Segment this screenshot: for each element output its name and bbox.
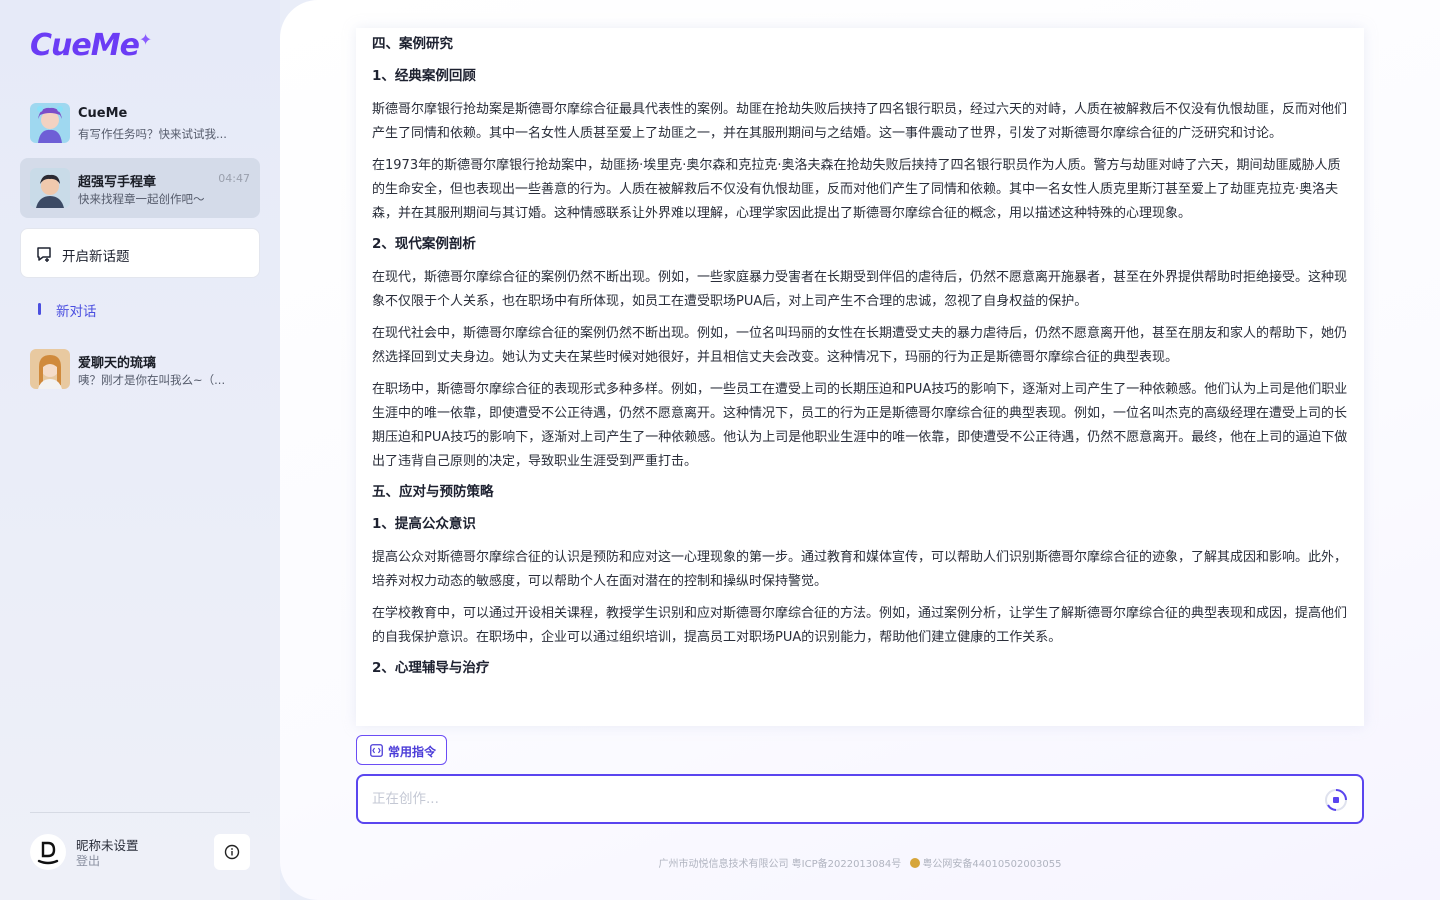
chat-preview: 有写作任务吗？快来试试我... <box>78 127 227 141</box>
article-heading: 2、现代案例剖析 <box>372 236 476 252</box>
chat-item-cueme[interactable]: CueMe 有写作任务吗？快来试试我... <box>20 93 260 153</box>
article-heading: 四、案例研究 <box>372 36 453 52</box>
article-paragraph: 在学校教育中，可以通过开设相关课程，教授学生识别和应对斯德哥尔摩综合征的方法。例… <box>372 606 1348 645</box>
avatar <box>30 103 70 143</box>
article-heading: 2、心理辅导与治疗 <box>372 660 490 676</box>
chat-name: CueMe <box>78 106 128 121</box>
main-panel: 四、案例研究 1、经典案例回顾斯德哥尔摩银行抢劫案是斯德哥尔摩综合征最具代表性的案… <box>280 0 1440 900</box>
chat-time: 04:47 <box>218 172 250 185</box>
prompt-input[interactable] <box>372 788 1272 810</box>
common-commands-label: 常用指令 <box>388 745 437 759</box>
stop-icon[interactable] <box>1324 788 1348 812</box>
footer-company[interactable]: 广州市动悦信息技术有限公司 粤ICP备2022013084号 <box>658 859 901 870</box>
info-icon <box>224 844 240 860</box>
article-paragraph: 提高公众对斯德哥尔摩综合征的认识是预防和应对这一心理现象的第一步。通过教育和媒体… <box>372 550 1348 589</box>
chat-preview: 快来找程章一起创作吧～ <box>78 192 205 206</box>
police-emblem-icon <box>910 858 921 868</box>
chat-preview: 咦？刚才是你在叫我么~（... <box>78 373 226 387</box>
command-icon <box>370 744 383 757</box>
sidebar: CueMe✦ CueMe 有写作任务吗？快来试试我... 超强写手程章 快来找程… <box>0 0 280 900</box>
common-commands-button[interactable]: 常用指令 <box>356 735 447 765</box>
app-logo[interactable]: CueMe✦ <box>30 28 152 63</box>
logout-link[interactable]: 登出 <box>76 852 100 869</box>
article-heading: 五、应对与预防策略 <box>372 484 494 500</box>
article-paragraph: 斯德哥尔摩银行抢劫案是斯德哥尔摩综合征最具代表性的案例。劫匪在抢劫失败后挟持了四… <box>372 102 1348 141</box>
prompt-input-box[interactable] <box>356 774 1364 824</box>
footer-police[interactable]: 粤公网安备44010502003055 <box>922 859 1061 870</box>
article-paragraph: 在现代社会中，斯德哥尔摩综合征的案例仍然不断出现。例如，一位名叫玛丽的女性在长期… <box>372 326 1348 365</box>
new-topic-label: 开启新话题 <box>62 249 130 265</box>
chat-item-liuli[interactable]: 爱聊天的琉璃 咦？刚才是你在叫我么~（... <box>20 339 260 399</box>
article-paragraph: 在1973年的斯德哥尔摩银行抢劫案中，劫匪扬·埃里克·奥尔森和克拉克·奥洛夫森在… <box>372 158 1341 221</box>
article-paragraph: 在现代，斯德哥尔摩综合征的案例仍然不断出现。例如，一些家庭暴力受害者在长期受到伴… <box>372 270 1348 309</box>
chat-item-writer[interactable]: 超强写手程章 快来找程章一起创作吧～ 04:47 <box>20 158 260 218</box>
article-paragraph: 在职场中，斯德哥尔摩综合征的表现形式多种多样。例如，一些员工在遭受上司的长期压迫… <box>372 382 1348 469</box>
new-topic-icon <box>37 247 51 262</box>
article-heading: 1、提高公众意识 <box>372 516 476 532</box>
article-content[interactable]: 四、案例研究 1、经典案例回顾斯德哥尔摩银行抢劫案是斯德哥尔摩综合征最具代表性的案… <box>356 28 1364 726</box>
logo-text: CueMe <box>30 28 140 63</box>
new-topic-button[interactable]: 开启新话题 <box>20 228 260 278</box>
sparkle-icon: ✦ <box>138 30 152 49</box>
avatar <box>30 168 70 208</box>
chat-name: 超强写手程章 <box>78 175 157 190</box>
footer: 广州市动悦信息技术有限公司 粤ICP备2022013084号 粤公网安备4401… <box>280 855 1440 870</box>
avatar <box>30 349 70 389</box>
info-button[interactable] <box>214 834 250 870</box>
article-heading: 1、经典案例回顾 <box>372 68 476 84</box>
section-label-new-chat: 新对话 <box>38 300 97 320</box>
user-avatar[interactable] <box>30 834 66 870</box>
divider <box>30 812 250 813</box>
chat-name: 爱聊天的琉璃 <box>78 356 157 371</box>
